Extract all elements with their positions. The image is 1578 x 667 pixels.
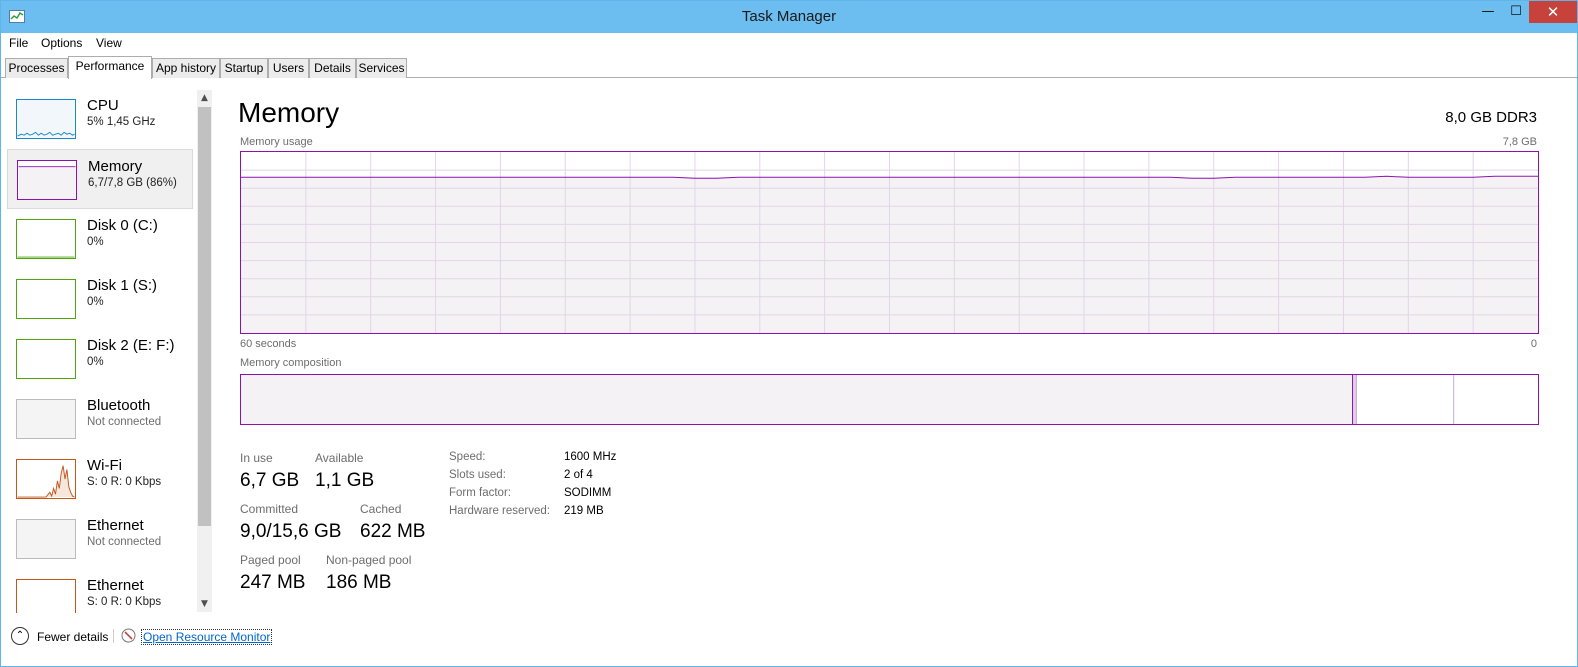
tab-startup[interactable]: Startup	[220, 58, 268, 78]
maximize-button[interactable]: ☐	[1501, 1, 1531, 23]
sidebar-item-detail: S: 0 R: 0 Kbps	[87, 476, 162, 488]
stat-nonpaged-pool-label: Non-paged pool	[326, 553, 412, 567]
sidebar-item-ethernet-1[interactable]: Ethernet Not connected	[7, 509, 193, 569]
sidebar-scrollbar[interactable]: ▲ ▼	[197, 90, 212, 612]
cpu-thumbnail-graph	[16, 99, 76, 139]
sidebar-item-ethernet-2[interactable]: Ethernet S: 0 R: 0 Kbps	[7, 569, 193, 613]
time-right-label: 0	[1530, 338, 1537, 350]
spec-slots-label: Slots used:	[449, 469, 506, 481]
sidebar-item-wifi[interactable]: Wi-Fi S: 0 R: 0 Kbps	[7, 449, 193, 509]
sidebar-item-memory[interactable]: Memory 6,7/7,8 GB (86%)	[7, 149, 193, 209]
spec-hw-reserved-value: 219 MB	[564, 505, 604, 517]
sidebar-item-detail: S: 0 R: 0 Kbps	[87, 596, 162, 608]
tab-users[interactable]: Users	[268, 58, 309, 78]
stat-in-use-label: In use	[240, 451, 273, 465]
open-resource-monitor-link[interactable]: Open Resource Monitor	[141, 629, 273, 645]
tab-services[interactable]: Services	[356, 58, 407, 78]
stat-in-use-value: 6,7 GB	[240, 470, 300, 491]
footer-bar: ⌃ Fewer details Open Resource Monitor	[1, 621, 1577, 651]
disk-1-thumbnail-graph	[16, 279, 76, 319]
sidebar-item-bluetooth[interactable]: Bluetooth Not connected	[7, 389, 193, 449]
stat-committed-value: 9,0/15,6 GB	[240, 521, 342, 542]
spec-speed-label: Speed:	[449, 451, 486, 463]
sidebar-item-disk-0[interactable]: Disk 0 (C:) 0%	[7, 209, 193, 269]
memory-usage-max: 7,8 GB	[1502, 136, 1537, 148]
sidebar-item-disk-2[interactable]: Disk 2 (E: F:) 0%	[7, 329, 193, 389]
chevron-up-icon[interactable]: ⌃	[11, 627, 29, 645]
ethernet-2-thumbnail-graph	[16, 579, 76, 613]
sidebar-item-name: Disk 2 (E: F:)	[87, 337, 175, 354]
sidebar-item-name: Ethernet	[87, 577, 144, 594]
spec-speed-value: 1600 MHz	[564, 451, 617, 463]
close-button[interactable]: ✕	[1529, 1, 1577, 23]
sidebar-item-disk-1[interactable]: Disk 1 (S:) 0%	[7, 269, 193, 329]
ethernet-1-thumbnail-graph	[16, 519, 76, 559]
menu-view[interactable]: View	[96, 36, 122, 50]
sidebar-item-cpu[interactable]: CPU 5% 1,45 GHz	[7, 89, 193, 149]
menu-bar: File Options View	[1, 33, 1577, 53]
usage-grid	[241, 152, 1538, 333]
fewer-details-button[interactable]: Fewer details	[37, 630, 108, 644]
memory-composition-bar	[240, 374, 1539, 425]
bluetooth-thumbnail-graph	[16, 399, 76, 439]
sidebar-item-name: Disk 1 (S:)	[87, 277, 158, 294]
menu-file[interactable]: File	[9, 36, 28, 50]
spec-form-factor-label: Form factor:	[449, 487, 511, 499]
stat-paged-pool-label: Paged pool	[240, 553, 301, 567]
sidebar-item-detail: Not connected	[87, 416, 162, 428]
sidebar-item-name: CPU	[87, 97, 119, 114]
stat-available-value: 1,1 GB	[315, 470, 375, 491]
minimize-button[interactable]: —	[1473, 1, 1503, 23]
stat-committed-label: Committed	[240, 502, 299, 516]
task-manager-window: Task Manager — ☐ ✕ File Options View Pro…	[0, 0, 1578, 667]
stat-paged-pool-value: 247 MB	[240, 572, 306, 593]
window-title: Task Manager	[741, 8, 837, 25]
tab-processes[interactable]: Processes	[5, 58, 68, 78]
spec-hw-reserved-label: Hardware reserved:	[449, 505, 550, 517]
sidebar-item-name: Wi-Fi	[87, 457, 122, 474]
spec-slots-value: 2 of 4	[564, 469, 593, 481]
tab-performance[interactable]: Performance	[68, 56, 152, 79]
memory-spec: 8,0 GB DDR3	[1445, 109, 1537, 126]
memory-thumbnail-graph	[17, 160, 77, 200]
sidebar-item-detail: 0%	[87, 356, 104, 368]
resource-list: CPU 5% 1,45 GHz Memory 6,7/7,8 GB (86%) …	[7, 89, 195, 613]
stat-nonpaged-pool-value: 186 MB	[326, 572, 392, 593]
scrollbar-thumb[interactable]	[198, 107, 211, 526]
time-left-label: 60 seconds	[240, 338, 297, 350]
sidebar-item-name: Disk 0 (C:)	[87, 217, 158, 234]
page-title: Memory	[238, 97, 340, 128]
sidebar-item-detail: 0%	[87, 236, 104, 248]
title-bar[interactable]: Task Manager — ☐ ✕	[1, 1, 1577, 33]
composition-modified	[1352, 375, 1357, 424]
tab-details[interactable]: Details	[309, 58, 356, 78]
scroll-down-icon[interactable]: ▼	[197, 596, 212, 612]
disk-2-thumbnail-graph	[16, 339, 76, 379]
wifi-thumbnail-graph	[16, 459, 76, 499]
sidebar-item-detail: 0%	[87, 296, 104, 308]
footer-separator	[113, 629, 114, 643]
sidebar-item-name: Bluetooth	[87, 397, 151, 414]
stat-available-label: Available	[315, 451, 364, 465]
memory-composition-label: Memory composition	[240, 357, 342, 369]
composition-in-use	[241, 375, 1353, 424]
memory-usage-label: Memory usage	[240, 136, 313, 148]
sidebar-item-name: Ethernet	[87, 517, 144, 534]
stat-cached-value: 622 MB	[360, 521, 426, 542]
disk-0-thumbnail-graph	[16, 219, 76, 259]
sidebar-item-detail: 5% 1,45 GHz	[87, 116, 156, 128]
menu-options[interactable]: Options	[41, 36, 82, 50]
tab-app-history[interactable]: App history	[152, 58, 220, 78]
sidebar-item-name: Memory	[88, 158, 143, 175]
resource-monitor-icon	[121, 628, 136, 643]
stat-cached-label: Cached	[360, 502, 402, 516]
sidebar-item-detail: 6,7/7,8 GB (86%)	[88, 177, 177, 189]
sidebar-item-detail: Not connected	[87, 536, 162, 548]
spec-form-factor-value: SODIMM	[564, 487, 612, 499]
scroll-up-icon[interactable]: ▲	[197, 90, 212, 106]
memory-usage-graph	[240, 151, 1539, 334]
